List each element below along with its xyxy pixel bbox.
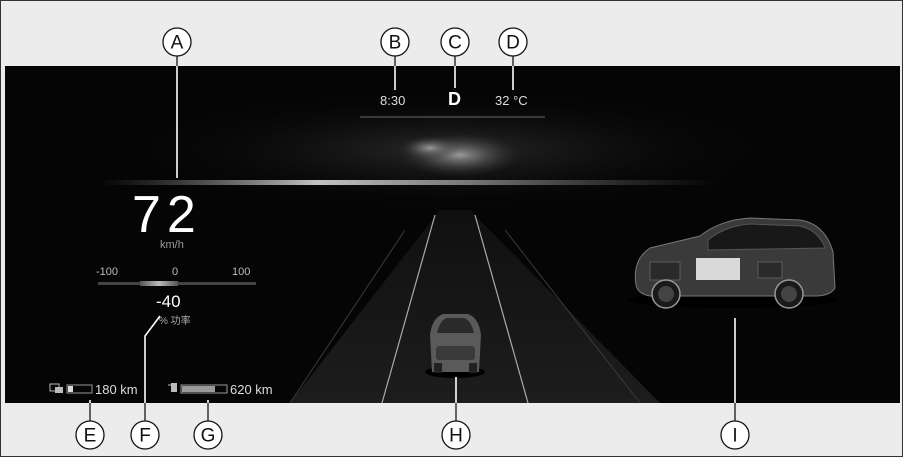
- ego-car-icon: [425, 314, 485, 378]
- battery-pack: [696, 258, 740, 280]
- callout-h-label: H: [449, 426, 463, 447]
- callout-a-label: A: [171, 33, 184, 54]
- power-scale-mid: 0: [172, 266, 179, 278]
- electric-range: 180 km: [95, 382, 138, 397]
- power-scale-max: 100: [232, 266, 251, 278]
- power-scale-min: -100: [96, 266, 119, 278]
- power-label: % 功率: [159, 316, 191, 327]
- speed-unit: km/h: [160, 239, 184, 251]
- callout-e-label: E: [84, 426, 97, 447]
- clock: 8:30: [380, 93, 406, 108]
- callout-g-label: G: [201, 426, 216, 447]
- outside-temperature: 32 °C: [495, 93, 528, 108]
- callout-c-label: C: [448, 33, 462, 54]
- callout-b-label: B: [389, 33, 402, 54]
- gear-indicator: D: [448, 89, 461, 109]
- fuel-range: 620 km: [230, 382, 273, 397]
- callout-f-label: F: [139, 426, 151, 447]
- speed-value: 72: [132, 186, 202, 244]
- callout-i-label: I: [732, 426, 737, 447]
- callout-d-label: D: [506, 33, 520, 54]
- power-scale-fill: [140, 281, 178, 286]
- power-value: -40: [156, 292, 181, 311]
